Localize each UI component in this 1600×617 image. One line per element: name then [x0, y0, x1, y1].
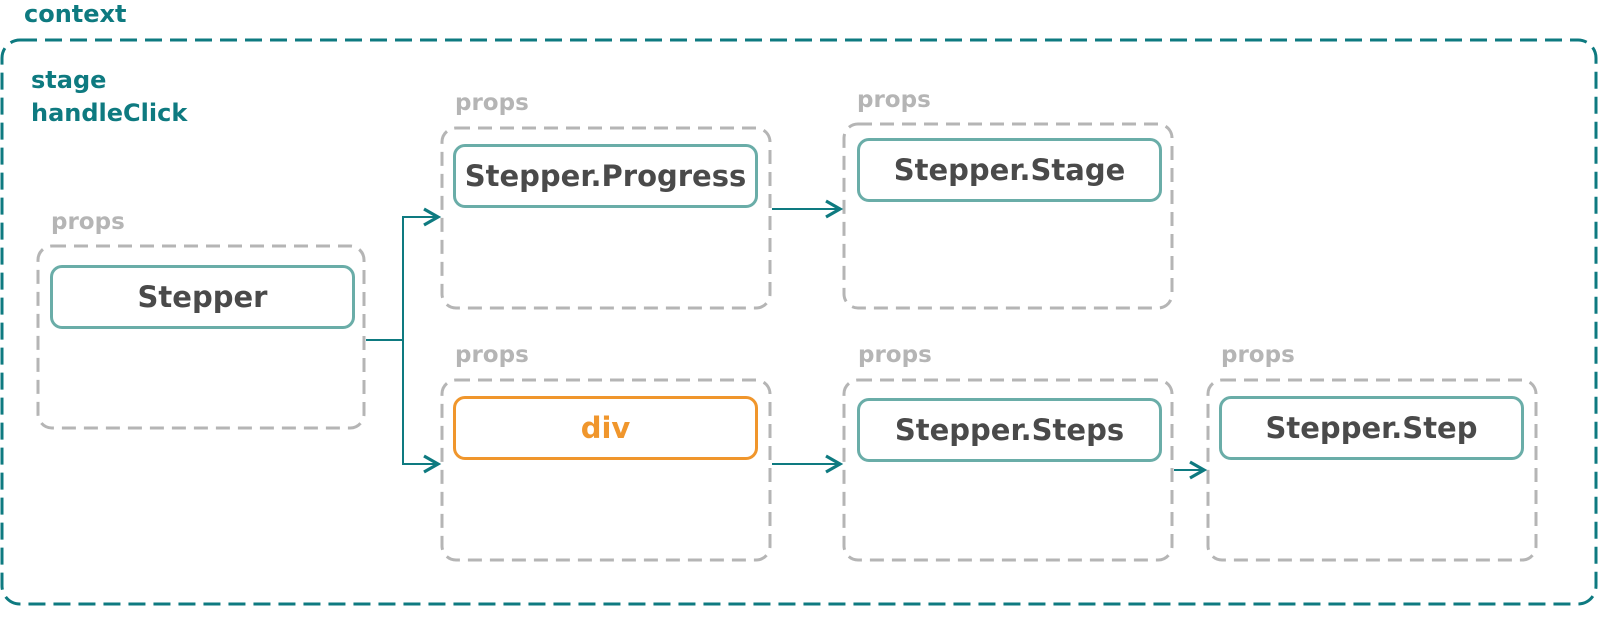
context-variable-stage: stage: [31, 66, 107, 94]
props-label-stepper: props: [51, 209, 125, 235]
context-variable-handleclick: handleClick: [31, 99, 188, 127]
node-div[interactable]: div: [453, 396, 758, 460]
context-label: context: [24, 0, 127, 28]
node-stepper-progress[interactable]: Stepper.Progress: [453, 144, 758, 208]
props-label-steps: props: [858, 342, 932, 368]
node-stepper-stage[interactable]: Stepper.Stage: [857, 138, 1162, 202]
props-label-stage: props: [857, 87, 931, 113]
node-stepper[interactable]: Stepper: [50, 265, 355, 329]
props-label-progress: props: [455, 90, 529, 116]
context-variables: stage handleClick: [31, 64, 187, 130]
node-stepper-step[interactable]: Stepper.Step: [1219, 396, 1524, 460]
props-label-step: props: [1221, 342, 1295, 368]
edge-stepper-to-div: [402, 340, 442, 474]
node-stepper-steps[interactable]: Stepper.Steps: [857, 398, 1162, 462]
props-label-div: props: [455, 342, 529, 368]
edge-stepper-to-progress: [402, 207, 442, 340]
